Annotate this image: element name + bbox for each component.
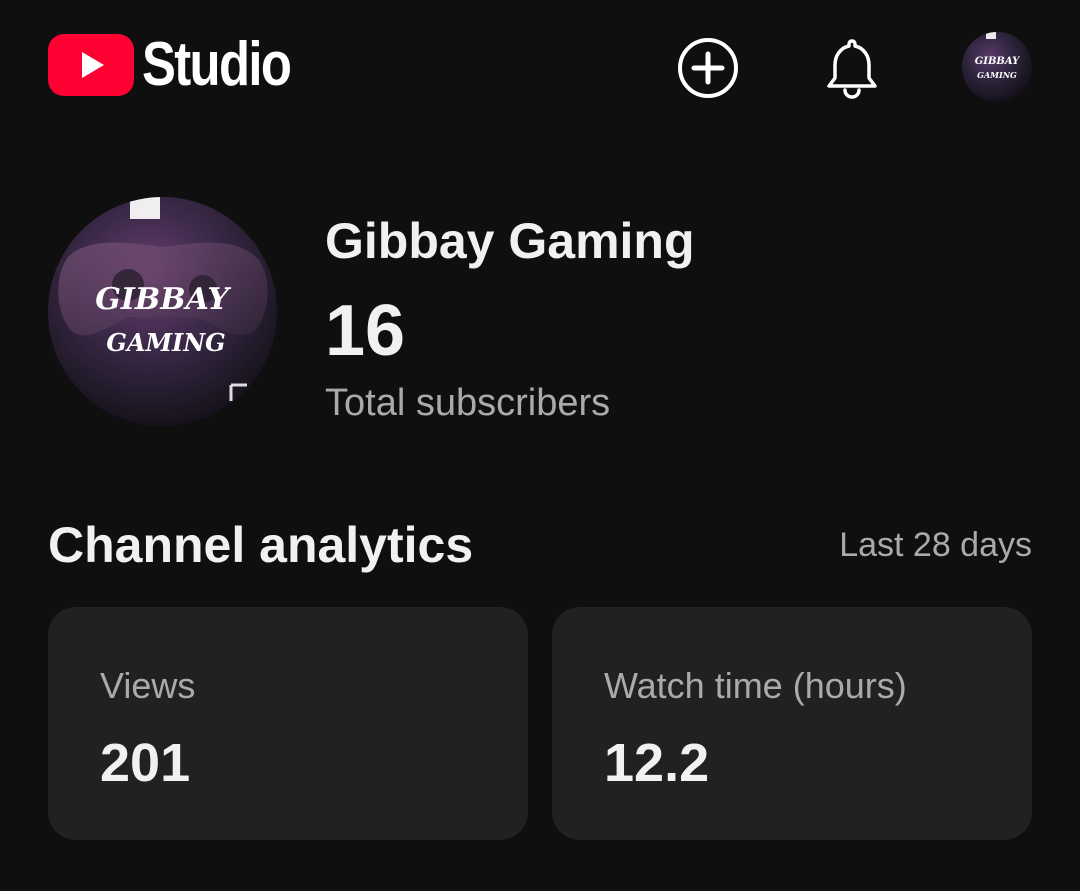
- account-avatar[interactable]: GIBBAY GAMING: [962, 32, 1032, 102]
- create-button[interactable]: [676, 36, 740, 100]
- watch-time-value: 12.2: [604, 733, 710, 793]
- channel-avatar-image: GIBBAY GAMING: [48, 197, 277, 426]
- subscriber-count: 16: [325, 291, 406, 371]
- views-card[interactable]: Views 201: [48, 607, 528, 840]
- youtube-logo-icon: [48, 34, 134, 96]
- studio-logo[interactable]: Studio: [48, 34, 323, 96]
- analytics-title: Channel analytics: [48, 517, 474, 573]
- watch-time-card[interactable]: Watch time (hours) 12.2: [552, 607, 1032, 840]
- avatar-logo-line2: GAMING: [106, 328, 225, 357]
- bell-icon: [827, 39, 877, 99]
- views-value: 201: [100, 733, 191, 793]
- views-label: Views: [100, 665, 196, 706]
- create-plus-icon: [678, 38, 738, 98]
- notifications-button[interactable]: [820, 36, 884, 100]
- subscriber-label: Total subscribers: [325, 382, 611, 424]
- avatar-logo-line1: GIBBAY: [975, 56, 1020, 67]
- studio-wordmark: Studio: [142, 30, 292, 99]
- channel-avatar-image: GIBBAY GAMING: [962, 32, 1032, 102]
- avatar-logo-line2: GAMING: [977, 70, 1017, 80]
- top-app-bar: Studio GIBBAY GAMING: [0, 0, 1080, 140]
- watch-time-label: Watch time (hours): [604, 665, 907, 706]
- channel-name: Gibbay Gaming: [325, 213, 695, 269]
- studio-dashboard: Studio GIBBAY GAMING GIBBAY GAMING Gibba…: [0, 0, 1080, 891]
- channel-avatar[interactable]: GIBBAY GAMING: [48, 197, 277, 426]
- avatar-logo-line1: GIBBAY: [95, 282, 231, 317]
- analytics-period: Last 28 days: [839, 526, 1032, 564]
